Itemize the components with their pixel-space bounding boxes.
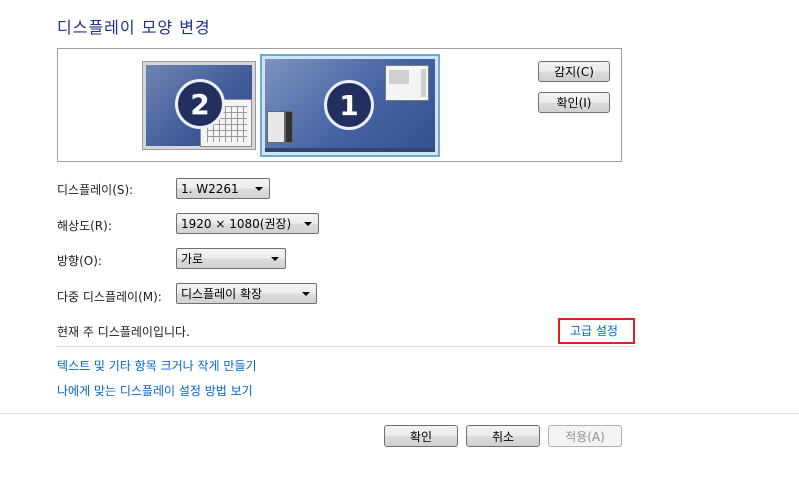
- resolution-select-value: 1920 × 1080(권장): [181, 217, 292, 231]
- page-title: 디스플레이 모양 변경: [57, 18, 211, 37]
- display-select-value: 1. W2261: [181, 181, 239, 196]
- multiple-displays-select-value: 디스플레이 확장: [181, 287, 263, 301]
- multiple-displays-select[interactable]: 디스플레이 확장: [176, 283, 317, 304]
- sidebar-gadget-icon: [285, 111, 293, 143]
- monitor-1[interactable]: 1: [260, 54, 440, 157]
- apply-button: 적용(A): [548, 425, 622, 447]
- identify-button[interactable]: 확인(I): [538, 92, 610, 113]
- orientation-select-value: 가로: [181, 252, 204, 266]
- taskbar: [265, 148, 435, 152]
- multiple-displays-label: 다중 디스플레이(M):: [57, 290, 162, 304]
- monitor-2[interactable]: 2: [142, 61, 256, 150]
- section-divider: [57, 346, 635, 347]
- sidebar-widget-icon: [267, 111, 285, 143]
- status-text: 현재 주 디스플레이입니다.: [57, 325, 190, 339]
- chevron-down-icon: [304, 222, 312, 226]
- text-size-link[interactable]: 텍스트 및 기타 항목 크거나 작게 만들기: [57, 357, 257, 374]
- monitor-1-number-badge: 1: [324, 80, 374, 130]
- orientation-select[interactable]: 가로: [176, 248, 286, 269]
- footer-divider: [0, 413, 799, 414]
- display-settings-help-link[interactable]: 나에게 맞는 디스플레이 설정 방법 보기: [57, 382, 253, 399]
- chevron-down-icon: [255, 187, 263, 191]
- resolution-select[interactable]: 1920 × 1080(권장): [176, 213, 319, 234]
- display-select[interactable]: 1. W2261: [176, 178, 270, 199]
- highlight-box: [558, 318, 635, 344]
- chevron-down-icon: [271, 257, 279, 261]
- monitor-arrangement-preview[interactable]: 2 1 감지(C) 확인(I): [57, 48, 622, 162]
- resolution-label: 해상도(R):: [57, 219, 112, 233]
- cancel-button[interactable]: 취소: [466, 425, 540, 447]
- ok-button[interactable]: 확인: [384, 425, 458, 447]
- window-thumbnail-icon: [385, 65, 429, 101]
- detect-button[interactable]: 감지(C): [538, 61, 610, 82]
- display-label: 디스플레이(S):: [57, 183, 134, 197]
- monitor-2-number-badge: 2: [175, 79, 225, 129]
- orientation-label: 방향(O):: [57, 254, 102, 268]
- chevron-down-icon: [302, 292, 310, 296]
